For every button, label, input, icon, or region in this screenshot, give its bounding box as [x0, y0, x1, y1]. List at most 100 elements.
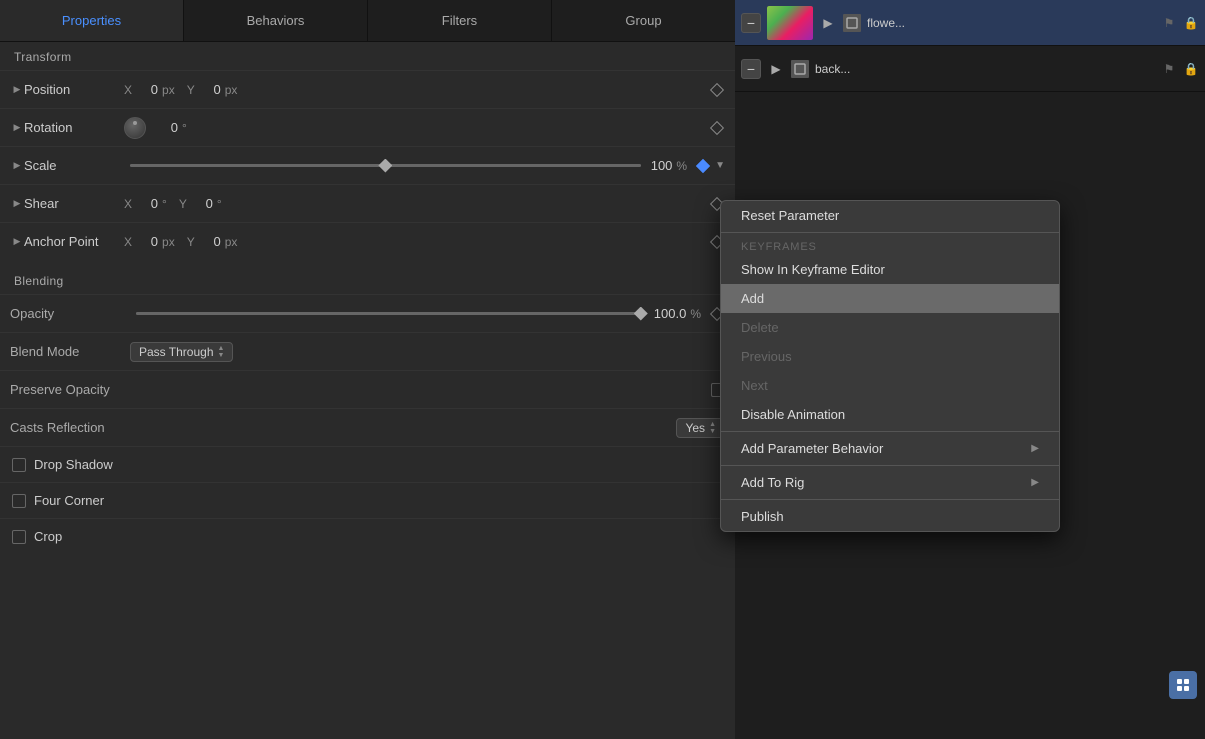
tab-group[interactable]: Group	[552, 0, 735, 41]
anchor-point-row: ▶ Anchor Point X 0 px Y 0 px	[0, 222, 735, 260]
menu-previous[interactable]: Previous	[721, 342, 1059, 371]
position-controls: X 0 px Y 0 px	[124, 82, 709, 97]
scale-dropdown-arrow[interactable]: ▼	[715, 160, 725, 171]
opacity-controls: 100.0 %	[130, 304, 709, 324]
four-corner-label: Four Corner	[34, 493, 104, 508]
timeline-layer2-row: − ▶ back... ⚑ 🔒	[735, 46, 1205, 92]
menu-add-to-rig[interactable]: Add To Rig ▶	[721, 468, 1059, 497]
properties-content: Transform ▶ Position X 0 px Y 0 px ▶ Rot…	[0, 42, 735, 739]
tab-properties[interactable]: Properties	[0, 0, 184, 41]
blend-mode-label: Blend Mode	[10, 344, 130, 359]
menu-add-parameter-behavior[interactable]: Add Parameter Behavior ▶	[721, 434, 1059, 463]
shear-controls: X 0 ° Y 0 °	[124, 196, 709, 211]
casts-reflection-controls: Yes ▲ ▼	[130, 418, 725, 438]
position-label: Position	[24, 82, 124, 97]
scale-thumb[interactable]	[378, 159, 392, 173]
scale-value[interactable]: 100	[651, 158, 673, 173]
shear-row: ▶ Shear X 0 ° Y 0 °	[0, 184, 735, 222]
context-menu: Reset Parameter KEYFRAMES Show In Keyfra…	[720, 200, 1060, 532]
rotation-expand[interactable]: ▶	[10, 121, 24, 135]
menu-show-in-keyframe-editor[interactable]: Show In Keyframe Editor	[721, 255, 1059, 284]
shear-x-axis: X	[124, 197, 132, 211]
layer1-play-btn[interactable]: ▶	[819, 14, 837, 32]
left-panel: Properties Behaviors Filters Group Trans…	[0, 0, 735, 739]
layer1-lock-icon: 🔒	[1183, 15, 1199, 31]
shear-y-axis: Y	[179, 197, 187, 211]
add-to-rig-arrow: ▶	[1031, 477, 1039, 488]
layer2-lock-icon: 🔒	[1183, 61, 1199, 77]
position-row: ▶ Position X 0 px Y 0 px	[0, 70, 735, 108]
layer1-minus-btn[interactable]: −	[741, 13, 761, 33]
scale-unit: %	[676, 159, 687, 173]
opacity-value[interactable]: 100.0	[654, 306, 687, 321]
rotation-keyframe-btn[interactable]	[709, 120, 725, 136]
layer2-flag-icon: ⚑	[1161, 61, 1177, 77]
menu-sep-1	[721, 232, 1059, 233]
rotation-controls: 0 °	[124, 117, 709, 139]
crop-checkbox[interactable]	[12, 530, 26, 544]
anchor-x-axis: X	[124, 235, 132, 249]
position-keyframe-btn[interactable]	[709, 82, 725, 98]
menu-sep-3	[721, 465, 1059, 466]
tab-filters[interactable]: Filters	[368, 0, 552, 41]
scale-row: ▶ Scale 100 % ▼	[0, 146, 735, 184]
menu-add[interactable]: Add	[721, 284, 1059, 313]
drop-shadow-label: Drop Shadow	[34, 457, 113, 472]
position-x-value[interactable]: 0	[138, 82, 158, 97]
rotation-value[interactable]: 0	[158, 120, 178, 135]
menu-publish[interactable]: Publish	[721, 502, 1059, 531]
position-x-axis: X	[124, 83, 132, 97]
casts-reflection-select[interactable]: Yes ▲ ▼	[676, 418, 725, 438]
scale-expand[interactable]: ▶	[10, 159, 24, 173]
layer2-minus-btn[interactable]: −	[741, 59, 761, 79]
anchor-y-axis: Y	[187, 235, 195, 249]
rotation-knob[interactable]	[124, 117, 146, 139]
casts-reflection-value: Yes	[685, 421, 705, 435]
position-expand[interactable]: ▶	[10, 83, 24, 97]
opacity-unit: %	[690, 307, 701, 321]
shear-y-value[interactable]: 0	[193, 196, 213, 211]
blending-section-header: Blending	[0, 266, 735, 294]
tab-behaviors[interactable]: Behaviors	[184, 0, 368, 41]
scroll-indicator[interactable]	[1169, 671, 1197, 699]
drop-shadow-checkbox[interactable]	[12, 458, 26, 472]
opacity-slider[interactable]	[136, 304, 644, 324]
scale-keyframe-btn[interactable]	[695, 158, 711, 174]
layer2-name: back...	[815, 62, 1155, 76]
menu-next[interactable]: Next	[721, 371, 1059, 400]
opacity-thumb[interactable]	[634, 307, 648, 321]
menu-disable-animation[interactable]: Disable Animation	[721, 400, 1059, 429]
anchor-x-value[interactable]: 0	[138, 234, 158, 249]
shear-x-value[interactable]: 0	[138, 196, 158, 211]
layer2-play-btn[interactable]: ▶	[767, 60, 785, 78]
tab-bar: Properties Behaviors Filters Group	[0, 0, 735, 42]
blend-mode-arrows: ▲ ▼	[218, 345, 225, 359]
knob-dot	[133, 121, 137, 125]
blend-mode-row: Blend Mode Pass Through ▲ ▼	[0, 332, 735, 370]
blend-mode-controls: Pass Through ▲ ▼	[130, 342, 725, 362]
blend-mode-select[interactable]: Pass Through ▲ ▼	[130, 342, 233, 362]
add-parameter-behavior-arrow: ▶	[1031, 443, 1039, 454]
scale-controls: 100 %	[124, 156, 695, 176]
four-corner-checkbox[interactable]	[12, 494, 26, 508]
menu-sep-4	[721, 499, 1059, 500]
scale-slider[interactable]	[130, 156, 641, 176]
casts-reflection-label: Casts Reflection	[10, 420, 130, 435]
anchor-point-expand[interactable]: ▶	[10, 235, 24, 249]
casts-reflection-row: Casts Reflection Yes ▲ ▼	[0, 408, 735, 446]
preserve-opacity-row: Preserve Opacity	[0, 370, 735, 408]
four-corner-row: Four Corner	[0, 482, 735, 518]
opacity-fill	[136, 312, 644, 315]
anchor-y-unit: px	[225, 235, 238, 249]
shear-y-unit: °	[217, 197, 222, 211]
opacity-label: Opacity	[10, 306, 130, 321]
opacity-track	[136, 312, 644, 315]
casts-reflection-arrows: ▲ ▼	[709, 421, 716, 435]
crop-label: Crop	[34, 529, 62, 544]
drop-shadow-row: Drop Shadow	[0, 446, 735, 482]
menu-delete[interactable]: Delete	[721, 313, 1059, 342]
shear-expand[interactable]: ▶	[10, 197, 24, 211]
position-y-value[interactable]: 0	[201, 82, 221, 97]
menu-reset-parameter[interactable]: Reset Parameter	[721, 201, 1059, 230]
anchor-y-value[interactable]: 0	[201, 234, 221, 249]
